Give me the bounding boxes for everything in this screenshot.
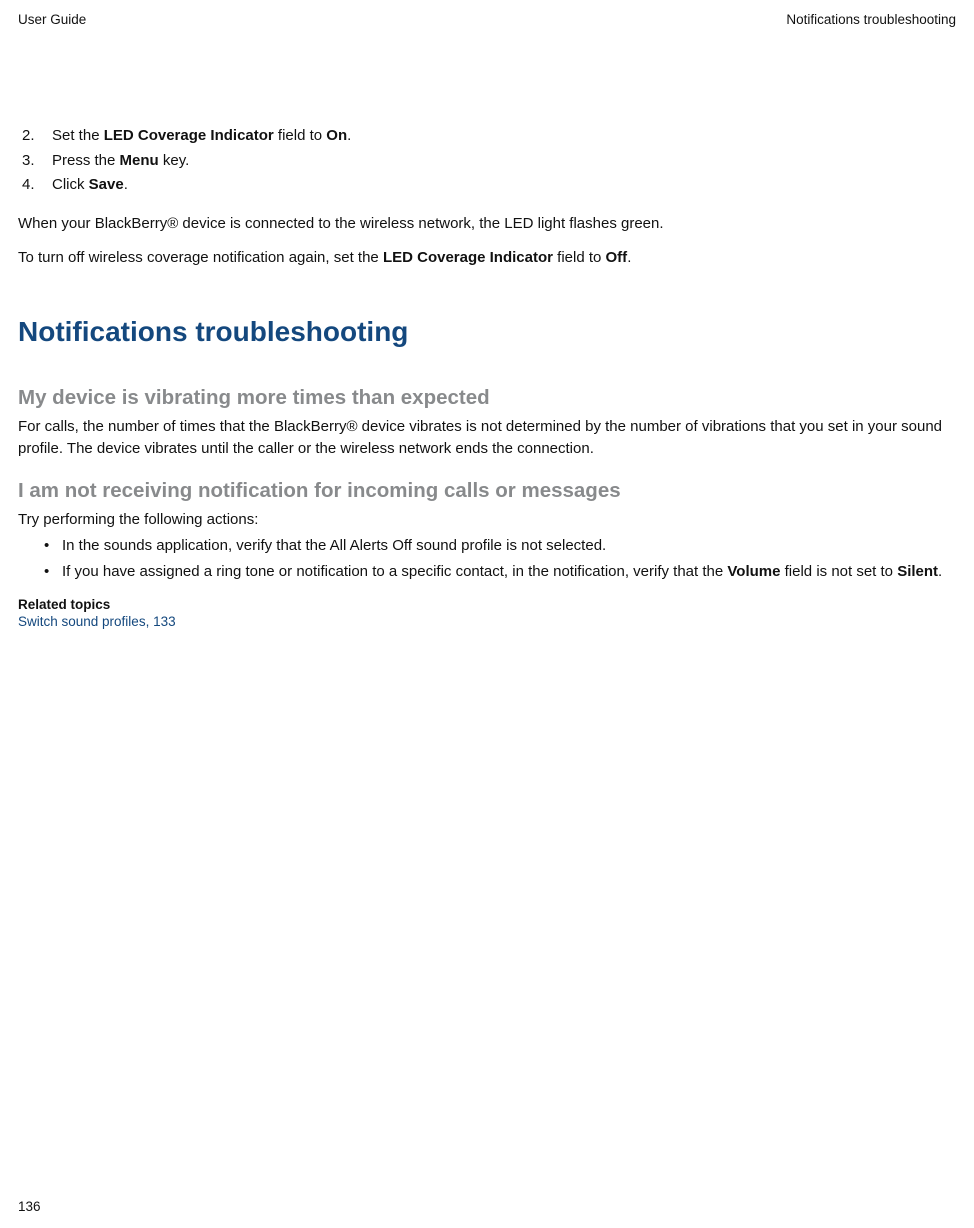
step-number: 4. — [22, 174, 52, 197]
heading-2: I am not receiving notification for inco… — [18, 479, 956, 503]
header-left: User Guide — [18, 12, 86, 27]
related-topic-link[interactable]: Switch sound profiles, 133 — [18, 614, 956, 629]
heading-2: My device is vibrating more times than e… — [18, 386, 956, 410]
page: User Guide Notifications troubleshooting… — [0, 0, 974, 1228]
step-item: 3. Press the Menu key. — [22, 150, 956, 173]
step-text: Click Save. — [52, 174, 128, 197]
header-right: Notifications troubleshooting — [786, 12, 956, 27]
list-item: In the sounds application, verify that t… — [44, 535, 956, 557]
paragraph: To turn off wireless coverage notificati… — [18, 247, 956, 270]
page-number: 136 — [18, 1199, 41, 1214]
step-number: 2. — [22, 125, 52, 148]
step-text: Set the LED Coverage Indicator field to … — [52, 125, 351, 148]
step-text: Press the Menu key. — [52, 150, 189, 173]
paragraph: For calls, the number of times that the … — [18, 416, 956, 461]
heading-1: Notifications troubleshooting — [18, 316, 956, 348]
related-topics-heading: Related topics — [18, 597, 956, 612]
page-header: User Guide Notifications troubleshooting — [18, 12, 956, 27]
step-item: 4. Click Save. — [22, 174, 956, 197]
step-item: 2. Set the LED Coverage Indicator field … — [22, 125, 956, 148]
paragraph: When your BlackBerry® device is connecte… — [18, 213, 956, 236]
steps-list: 2. Set the LED Coverage Indicator field … — [22, 125, 956, 197]
bullet-list: In the sounds application, verify that t… — [44, 535, 956, 583]
paragraph: Try performing the following actions: — [18, 509, 956, 532]
list-item: If you have assigned a ring tone or noti… — [44, 561, 956, 583]
step-number: 3. — [22, 150, 52, 173]
